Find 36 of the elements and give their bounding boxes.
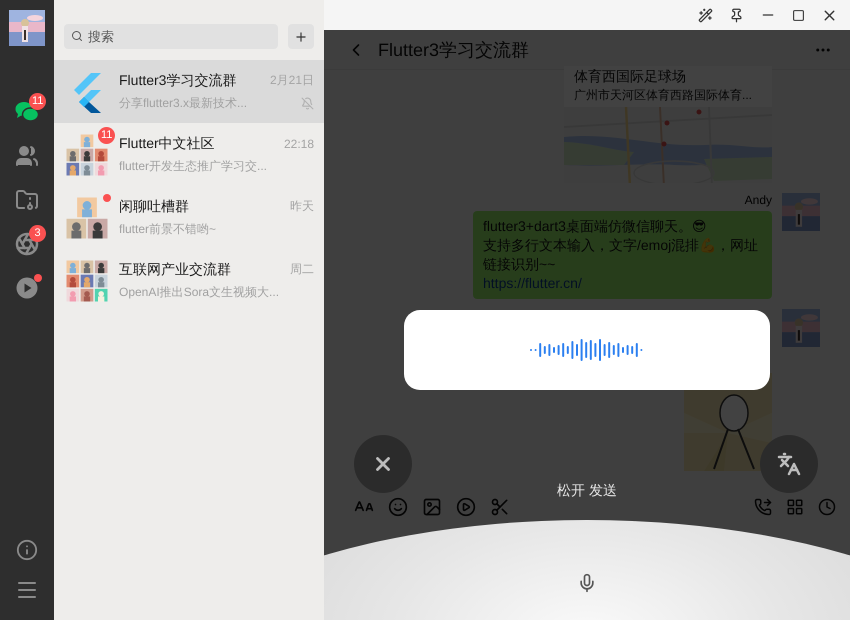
location-title: 体育西国际足球场 <box>573 67 687 86</box>
chat-name: 闲聊吐槽群 <box>119 198 189 216</box>
add-button[interactable] <box>288 24 314 49</box>
info-icon[interactable] <box>16 539 38 561</box>
unread-badge: 11 <box>98 126 116 144</box>
pin-icon[interactable] <box>729 8 744 22</box>
search-field[interactable]: 搜索 <box>64 24 278 49</box>
location-address: 广州市天河区体育西路国际体育... <box>573 87 754 104</box>
search-icon <box>71 30 83 42</box>
chat-list-item[interactable]: 闲聊吐槽群 昨天 flutter前景不错哟~ <box>54 186 324 249</box>
maximize-icon[interactable] <box>792 8 805 22</box>
chat-title: Flutter3学习交流群 <box>378 38 530 62</box>
plus-icon <box>294 30 308 44</box>
chat-name: 互联网产业交流群 <box>119 260 231 278</box>
sender-name: Andy <box>744 193 772 207</box>
message-text: 支持多行文本输入，文字/emoj混排💪，网址链接识别~~ <box>483 236 760 274</box>
chat-name: Flutter中文社区 <box>119 134 215 152</box>
chat-list-item[interactable]: 11 Flutter中文社区 22:18 flutter开发生态推广学习交... <box>54 123 324 186</box>
unread-badge: 11 <box>29 93 46 110</box>
chat-preview: flutter开发生态推广学习交... <box>119 158 268 174</box>
release-hint: 松开 发送 <box>557 482 617 500</box>
wand-icon[interactable] <box>698 8 713 22</box>
folder-icon[interactable] <box>15 188 39 212</box>
play-icon[interactable] <box>16 277 38 299</box>
chat-time: 昨天 <box>290 198 314 215</box>
message-text: flutter3+dart3桌面端仿微信聊天。😎 <box>483 217 708 236</box>
chat-time: 周二 <box>290 261 314 278</box>
chat-preview: 分享flutter3.x最新技术... <box>119 94 248 112</box>
chat-preview: flutter前景不错哟~ <box>119 220 216 238</box>
chat-list-item[interactable]: 互联网产业交流群 周二 OpenAI推出Sora文生视频大... <box>54 249 324 312</box>
unread-badge: 3 <box>29 225 46 242</box>
contacts-icon[interactable] <box>15 144 39 168</box>
chat-preview: OpenAI推出Sora文生视频大... <box>119 284 280 300</box>
chat-name: Flutter3学习交流群 <box>119 72 236 90</box>
chat-time: 22:18 <box>284 136 314 150</box>
translate-icon <box>777 452 801 476</box>
